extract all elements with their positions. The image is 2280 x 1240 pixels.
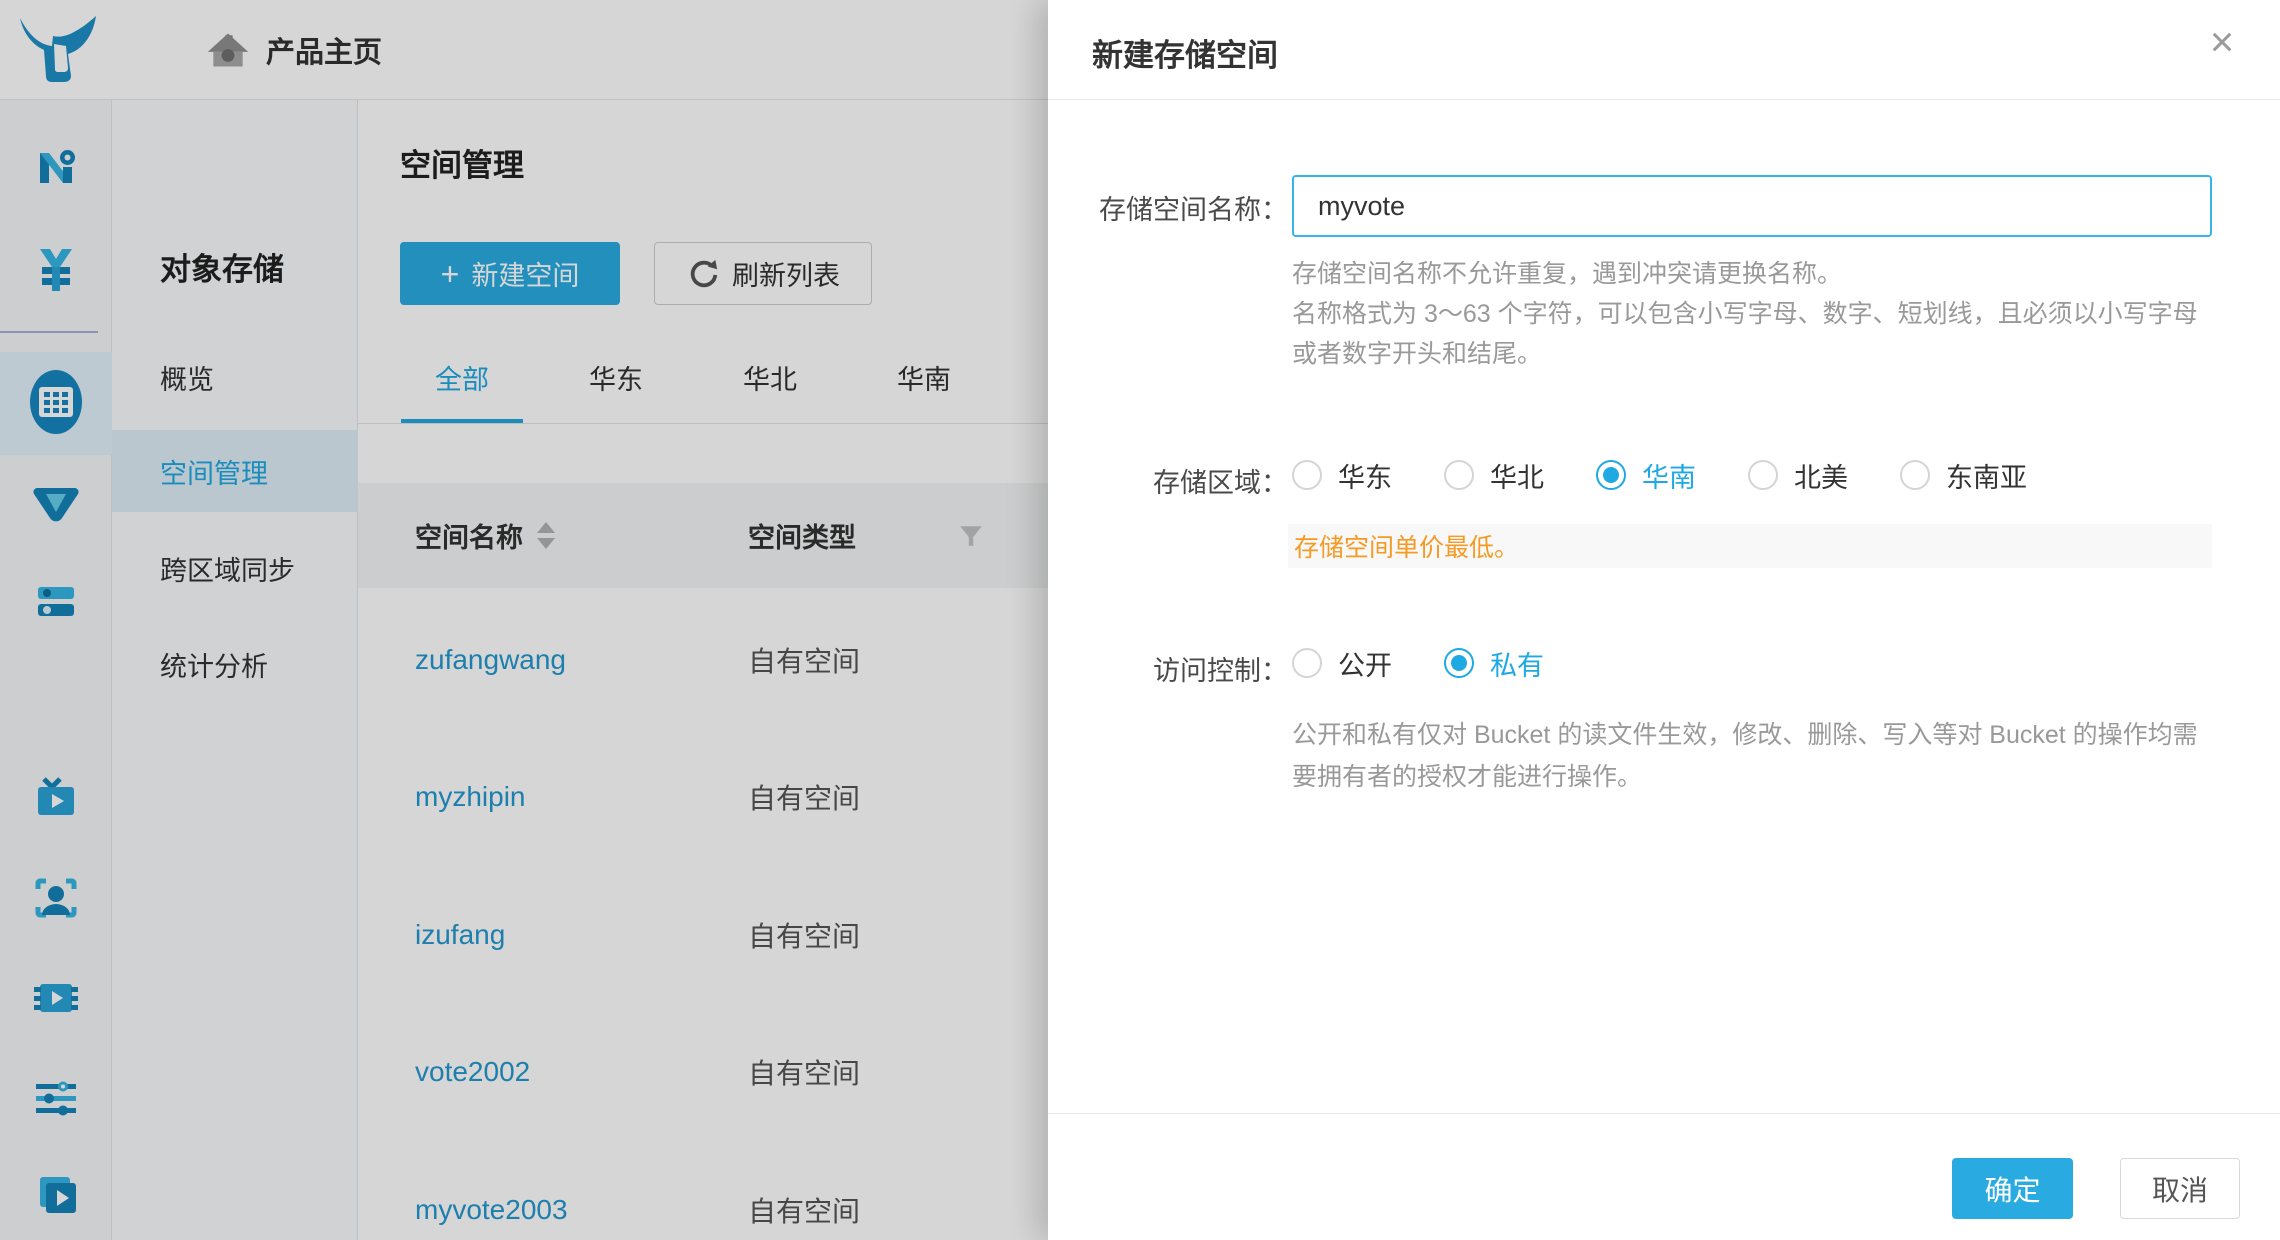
access-control-label: 访问控制： [1088,649,1288,688]
radio-circle-icon [1292,648,1322,678]
radio-circle-icon [1596,460,1626,490]
access-control-help: 公开和私有仅对 Bucket 的读文件生效，修改、删除、写入等对 Bucket … [1292,714,2210,798]
modal-header: 新建存储空间 × [1048,0,2280,100]
modal-title: 新建存储空间 [1092,30,1278,75]
radio-region-huadong[interactable]: 华东 [1292,456,1392,495]
radio-circle-icon [1900,460,1930,490]
radio-region-beimei[interactable]: 北美 [1748,456,1848,495]
confirm-button[interactable]: 确定 [1952,1158,2073,1219]
access-radio-group: 公开 私有 [1292,636,1570,690]
app-stage: 产品主页 [0,0,2280,1240]
cancel-button[interactable]: 取消 [2120,1158,2240,1219]
bucket-name-help: 存储空间名称不允许重复，遇到冲突请更换名称。 名称格式为 3～63 个字符，可以… [1292,254,2214,374]
bucket-name-label: 存储空间名称： [1088,188,1288,227]
modal-footer: 确定 取消 [1048,1113,2280,1240]
radio-circle-icon [1292,460,1322,490]
radio-circle-icon [1748,460,1778,490]
radio-access-private[interactable]: 私有 [1444,644,1544,683]
radio-circle-icon [1444,460,1474,490]
create-bucket-modal: 新建存储空间 × 存储空间名称： 存储空间名称不允许重复，遇到冲突请更换名称。 … [1048,0,2280,1240]
region-price-note: 存储空间单价最低。 [1288,524,2212,568]
region-label: 存储区域： [1088,461,1288,500]
radio-region-dongnanya[interactable]: 东南亚 [1900,456,2027,495]
radio-region-huabei[interactable]: 华北 [1444,456,1544,495]
radio-circle-icon [1444,648,1474,678]
close-icon[interactable]: × [2194,14,2250,70]
radio-access-public[interactable]: 公开 [1292,644,1392,683]
bucket-name-input[interactable] [1292,175,2212,237]
radio-region-huanan[interactable]: 华南 [1596,456,1696,495]
region-radio-group: 华东 华北 华南 北美 东南亚 [1292,448,2053,502]
